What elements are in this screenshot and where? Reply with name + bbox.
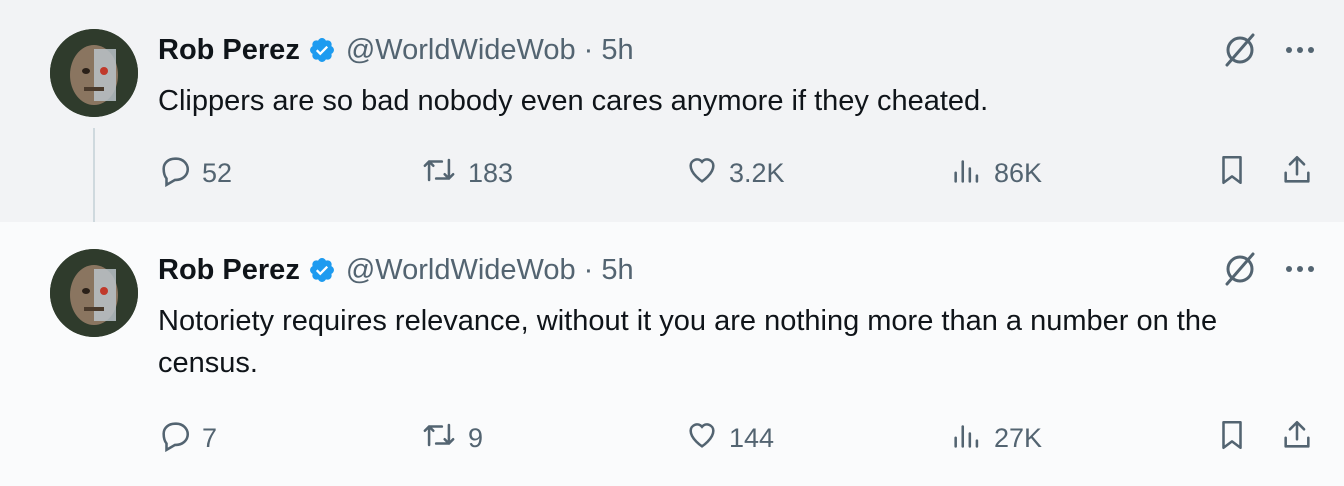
reply-icon <box>158 153 192 194</box>
bookmark-icon <box>1215 153 1249 194</box>
tweet-actions: 52 183 3.2K 86K <box>0 151 1344 195</box>
reply-button[interactable]: 52 <box>158 151 232 195</box>
grok-icon[interactable] <box>1218 247 1262 291</box>
views-button[interactable]: 27K <box>950 416 1042 460</box>
author-handle[interactable]: @WorldWideWob <box>346 34 576 67</box>
views-button[interactable]: 86K <box>950 151 1042 195</box>
reply-count: 52 <box>202 157 233 188</box>
retweet-count: 183 <box>468 157 514 188</box>
tweet[interactable]: Rob Perez @WorldWideWob · 5h Notoriety r… <box>0 222 1344 486</box>
bookmark-button[interactable] <box>1215 416 1249 460</box>
author-name[interactable]: Rob Perez <box>158 254 300 287</box>
grok-icon[interactable] <box>1218 28 1262 72</box>
tweet-text: Clippers are so bad nobody even cares an… <box>158 85 989 117</box>
share-button[interactable] <box>1280 151 1314 195</box>
more-icon[interactable] <box>1280 249 1320 289</box>
retweet-button[interactable]: 183 <box>420 151 513 195</box>
retweet-button[interactable]: 9 <box>420 416 483 460</box>
share-icon <box>1280 418 1314 459</box>
retweet-icon <box>420 153 458 194</box>
tweet-header: Rob Perez @WorldWideWob · 5h <box>158 250 634 290</box>
verified-badge-icon[interactable] <box>308 36 336 64</box>
avatar[interactable] <box>50 249 138 337</box>
share-button[interactable] <box>1280 416 1314 460</box>
like-button[interactable]: 3.2K <box>685 151 785 195</box>
views-icon <box>950 153 984 194</box>
author-handle[interactable]: @WorldWideWob <box>346 254 576 287</box>
avatar[interactable] <box>50 29 138 117</box>
reply-button[interactable]: 7 <box>158 416 217 460</box>
like-icon <box>685 418 719 459</box>
views-count: 27K <box>994 422 1043 453</box>
like-button[interactable]: 144 <box>685 416 774 460</box>
views-icon <box>950 418 984 459</box>
retweet-count: 9 <box>468 422 484 453</box>
reply-count: 7 <box>202 422 218 453</box>
more-icon[interactable] <box>1280 30 1320 70</box>
separator-dot: · <box>583 253 594 286</box>
like-icon <box>685 153 719 194</box>
views-count: 86K <box>994 157 1043 188</box>
tweet-header: Rob Perez @WorldWideWob · 5h <box>158 30 634 70</box>
bookmark-icon <box>1215 418 1249 459</box>
tweet-text: Notoriety requires relevance, without it… <box>158 305 1218 379</box>
verified-badge-icon[interactable] <box>308 256 336 284</box>
tweet[interactable]: Rob Perez @WorldWideWob · 5h Clippers ar… <box>0 0 1344 236</box>
timestamp[interactable]: 5h <box>601 254 633 287</box>
like-count: 3.2K <box>729 157 785 188</box>
reply-icon <box>158 418 192 459</box>
tweet-actions: 7 9 144 27K <box>0 416 1344 460</box>
bookmark-button[interactable] <box>1215 151 1249 195</box>
timestamp[interactable]: 5h <box>601 34 633 67</box>
share-icon <box>1280 153 1314 194</box>
separator-dot: · <box>583 33 594 66</box>
like-count: 144 <box>729 422 775 453</box>
author-name[interactable]: Rob Perez <box>158 34 300 67</box>
retweet-icon <box>420 418 458 459</box>
